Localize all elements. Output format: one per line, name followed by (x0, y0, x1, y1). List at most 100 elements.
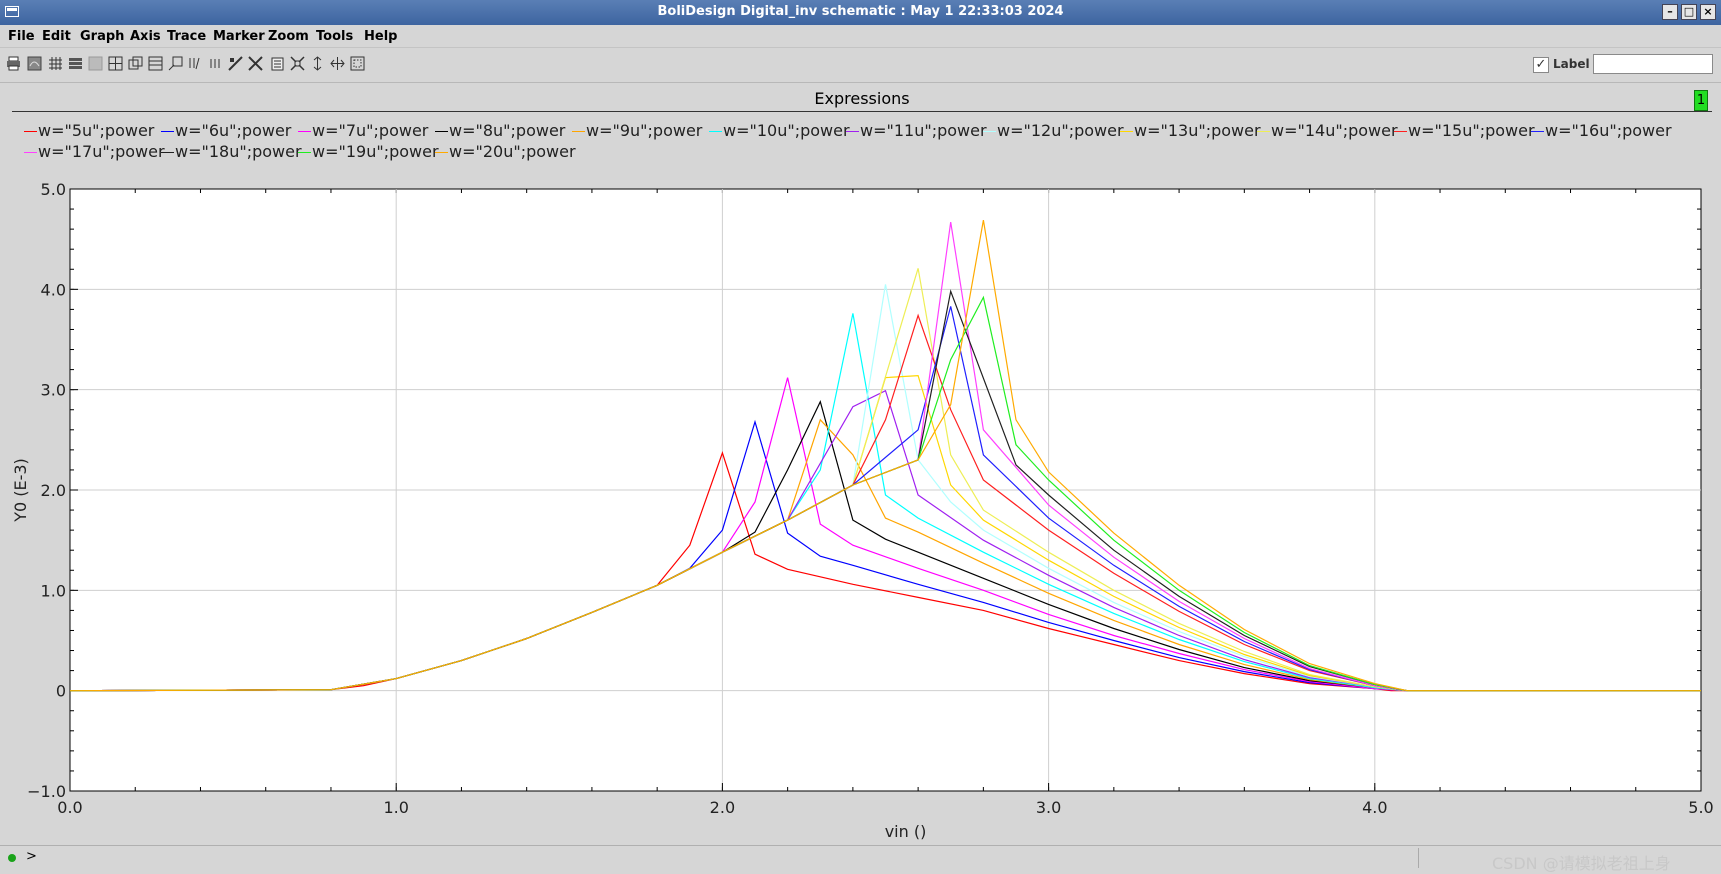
legend-swatch (24, 152, 37, 153)
legend-swatch (709, 131, 722, 132)
menu-help[interactable]: Help (364, 29, 397, 44)
bar-icon[interactable] (228, 56, 243, 71)
legend-swatch (298, 152, 311, 153)
legend-swatch (435, 131, 448, 132)
expressions-title: Expressions (814, 89, 910, 108)
y-tick-label: 5.0 (41, 180, 66, 199)
x-axis-label: vin () (885, 822, 927, 841)
legend-item[interactable]: w="8u";power (435, 121, 565, 140)
grid-icon[interactable] (48, 56, 63, 71)
minimize-button[interactable]: – (1662, 4, 1678, 20)
legend-swatch (24, 131, 37, 132)
snap-icon[interactable] (168, 56, 183, 71)
legend-swatch (161, 152, 174, 153)
menu-tools[interactable]: Tools (316, 29, 353, 44)
legend-item[interactable]: w="11u";power (846, 121, 987, 140)
legend-label: w="10u";power (723, 121, 850, 140)
legend-item[interactable]: w="18u";power (161, 142, 302, 161)
legend-label: w="11u";power (860, 121, 987, 140)
columns-icon[interactable] (208, 56, 223, 71)
x-tick-label: 3.0 (1036, 798, 1061, 817)
menu-zoom[interactable]: Zoom (268, 29, 309, 44)
print-icon[interactable] (6, 56, 21, 71)
label-input[interactable] (1593, 54, 1713, 74)
legend-item[interactable]: w="7u";power (298, 121, 428, 140)
status-indicator (8, 854, 16, 862)
menu-marker[interactable]: Marker (213, 29, 265, 44)
label-checkbox[interactable]: ✓ (1533, 57, 1549, 73)
legend-item[interactable]: w="10u";power (709, 121, 850, 140)
menu-axis[interactable]: Axis (130, 29, 161, 44)
panel-badge[interactable]: 1 (1694, 90, 1708, 111)
legend-label: w="15u";power (1408, 121, 1535, 140)
strips-icon[interactable] (68, 56, 83, 71)
y-tick-label: 3.0 (41, 381, 66, 400)
pan-icon[interactable] (310, 56, 325, 71)
y-tick-label: −1.0 (27, 782, 66, 801)
legend-item[interactable]: w="20u";power (435, 142, 576, 161)
maximize-button[interactable]: □ (1681, 4, 1697, 20)
blank-icon[interactable] (88, 56, 103, 71)
legend-item[interactable]: w="5u";power (24, 121, 154, 140)
move-icon[interactable] (330, 56, 345, 71)
menu-graph[interactable]: Graph (80, 29, 124, 44)
y-tick-label: 1.0 (41, 581, 66, 600)
legend-item[interactable]: w="13u";power (1120, 121, 1261, 140)
legend-label: w="20u";power (449, 142, 576, 161)
legend-swatch (1394, 131, 1407, 132)
legend-item[interactable]: w="16u";power (1531, 121, 1672, 140)
legend-label: w="16u";power (1545, 121, 1672, 140)
legend-swatch (1120, 131, 1133, 132)
legend-label: w="5u";power (38, 121, 155, 140)
x-tick-label: 5.0 (1688, 798, 1713, 817)
legend-item[interactable]: w="12u";power (983, 121, 1124, 140)
legend-item[interactable]: w="15u";power (1394, 121, 1535, 140)
legend-label: w="12u";power (997, 121, 1124, 140)
legend-item[interactable]: w="14u";power (1257, 121, 1398, 140)
legend-swatch (1531, 131, 1544, 132)
legend-label: w="14u";power (1271, 121, 1398, 140)
fit-icon[interactable] (248, 56, 263, 71)
window-title: BoliDesign Digital_inv schematic : May 1… (657, 4, 1064, 19)
y-axis-label: Y0 (E-3) (11, 458, 30, 523)
watermark-text: CSDN @请模拟老祖上身 (1492, 854, 1671, 873)
zoom-box-icon[interactable] (350, 56, 365, 71)
text-icon[interactable] (188, 56, 203, 71)
menu-edit[interactable]: Edit (42, 29, 71, 44)
y-tick-label: 0 (56, 682, 66, 701)
legend-item[interactable]: w="17u";power (24, 142, 165, 161)
legend-label: w="18u";power (175, 142, 302, 161)
y-tick-label: 4.0 (41, 280, 66, 299)
legend-item[interactable]: w="9u";power (572, 121, 702, 140)
menu-file[interactable]: File (8, 29, 35, 44)
close-button[interactable]: × (1700, 4, 1716, 20)
legend-label: w="7u";power (312, 121, 429, 140)
legend-swatch (161, 131, 174, 132)
legend-item[interactable]: w="6u";power (161, 121, 291, 140)
legend-swatch (298, 131, 311, 132)
power-plot[interactable]: 0.0 1.0 2.0 3.0 4.0 5.0−1.001.02.03.04.05.0vi… (0, 160, 1721, 845)
legend-label: w="13u";power (1134, 121, 1261, 140)
legend-swatch (435, 152, 448, 153)
stack-icon[interactable] (148, 56, 163, 71)
title-bar: BoliDesign Digital_inv schematic : May 1… (0, 0, 1721, 26)
legend-label: w="19u";power (312, 142, 439, 161)
calculator-icon[interactable] (27, 56, 42, 71)
legend-swatch (983, 131, 996, 132)
legend-swatch (846, 131, 859, 132)
command-prompt[interactable]: > (26, 849, 37, 864)
y-tick-label: 2.0 (41, 481, 66, 500)
x-tick-label: 1.0 (383, 798, 408, 817)
clipboard-icon[interactable] (270, 56, 285, 71)
label-checkbox-text: Label (1553, 57, 1590, 71)
status-bar: > CSDN @请模拟老祖上身 (0, 845, 1721, 873)
zoom-fit-icon[interactable] (290, 56, 305, 71)
x-tick-label: 4.0 (1362, 798, 1387, 817)
status-divider (1418, 848, 1419, 868)
legend-label: w="9u";power (586, 121, 703, 140)
split-icon[interactable] (108, 56, 123, 71)
overlay-icon[interactable] (128, 56, 143, 71)
menu-trace[interactable]: Trace (167, 29, 206, 44)
expressions-header: Expressions 1 (12, 85, 1712, 112)
legend-item[interactable]: w="19u";power (298, 142, 439, 161)
